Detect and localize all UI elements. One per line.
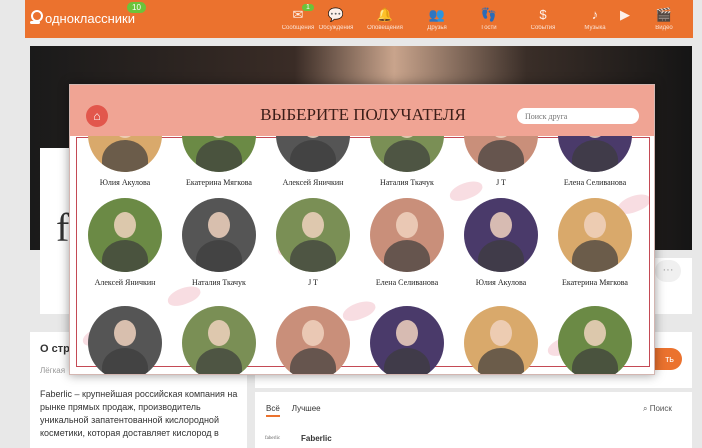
friend-tile[interactable] bbox=[454, 306, 548, 374]
friend-tile[interactable]: Екатерина Мягкова bbox=[548, 198, 642, 287]
friend-name: J T bbox=[496, 178, 506, 187]
friend-tile[interactable] bbox=[548, 306, 642, 374]
friend-avatar bbox=[88, 198, 162, 272]
friend-name: Юлия Акулова bbox=[475, 278, 527, 287]
friend-avatar bbox=[558, 306, 632, 374]
friend-avatar bbox=[182, 136, 256, 172]
video-icon: 🎬 bbox=[655, 7, 673, 22]
friend-avatar bbox=[88, 306, 162, 374]
feed-tabs: Всё Лучшее bbox=[266, 404, 321, 417]
friend-name: Елена Селиванова bbox=[375, 278, 439, 287]
friend-avatar bbox=[464, 198, 538, 272]
friend-tile[interactable]: Елена Селиванова bbox=[360, 198, 454, 287]
search-icon: ⌕ bbox=[643, 404, 650, 413]
play-icon: ▶ bbox=[620, 7, 630, 22]
friend-tile[interactable]: Елена Селиванова bbox=[548, 136, 642, 187]
friend-name: Елена Селиванова bbox=[563, 178, 627, 187]
site-logo[interactable]: одноклассники 10 bbox=[29, 2, 146, 26]
friend-avatar bbox=[276, 136, 350, 172]
friend-avatar bbox=[276, 306, 350, 374]
ok-logo-icon bbox=[29, 10, 43, 26]
friend-tile[interactable]: Алексей Яничкин bbox=[78, 198, 172, 287]
site-name: одноклассники bbox=[45, 10, 135, 26]
friend-tile[interactable]: Юлия Акулова bbox=[78, 136, 172, 187]
chat-icon: 💬 bbox=[327, 7, 345, 22]
friend-avatar bbox=[182, 306, 256, 374]
tab-best[interactable]: Лучшее bbox=[292, 404, 321, 417]
nav-notifications[interactable]: 🔔 Оповещения bbox=[363, 7, 407, 32]
choose-recipient-dialog: ⌂ ВЫБЕРИТЕ ПОЛУЧАТЕЛЯ Юлия Акулова Екатер… bbox=[69, 84, 655, 375]
nav-guests[interactable]: 👣 Гости bbox=[467, 7, 511, 32]
friend-name: Юлия Акулова bbox=[99, 178, 151, 187]
post-author[interactable]: Faberlic bbox=[301, 434, 332, 443]
friend-avatar bbox=[182, 198, 256, 272]
nav-play[interactable]: ▶ bbox=[603, 8, 647, 22]
messages-count: 1 bbox=[302, 4, 314, 11]
feed-search[interactable]: ⌕ Поиск bbox=[643, 404, 672, 414]
friend-avatar bbox=[88, 136, 162, 172]
friend-name: Алексей Яничкин bbox=[282, 178, 344, 187]
nav-friends[interactable]: 👥 Друзья bbox=[415, 7, 459, 32]
friend-tile[interactable]: Алексей Яничкин bbox=[266, 136, 360, 187]
friend-avatar bbox=[464, 136, 538, 172]
footprints-icon: 👣 bbox=[480, 7, 498, 22]
friend-avatar bbox=[558, 136, 632, 172]
notification-badge: 10 bbox=[127, 2, 146, 13]
tab-all[interactable]: Всё bbox=[266, 404, 280, 417]
friend-name: J T bbox=[308, 278, 318, 287]
friend-avatar bbox=[370, 306, 444, 374]
about-title: О стр bbox=[40, 343, 70, 355]
profile-initial: f bbox=[56, 205, 70, 250]
friends-grid: Юлия Акулова Екатерина Мягкова Алексей Яни… bbox=[70, 136, 654, 374]
bell-icon: 🔔 bbox=[376, 7, 394, 22]
about-subtitle: Лёгкая bbox=[40, 366, 66, 375]
about-description: Faberlic – крупнейшая российская компани… bbox=[40, 389, 238, 438]
friend-tile[interactable]: J T bbox=[266, 198, 360, 287]
friend-name: Екатерина Мягкова bbox=[186, 178, 252, 187]
friend-avatar bbox=[370, 198, 444, 272]
nav-discussions[interactable]: 💬 Обсуждения bbox=[314, 7, 358, 32]
friend-name: Екатерина Мягкова bbox=[562, 278, 628, 287]
friend-tile[interactable] bbox=[266, 306, 360, 374]
more-button[interactable]: ··· bbox=[655, 260, 681, 282]
dialog-header: ⌂ ВЫБЕРИТЕ ПОЛУЧАТЕЛЯ bbox=[70, 85, 654, 136]
friend-name: Наталия Ткачук bbox=[192, 278, 246, 287]
friend-tile[interactable] bbox=[360, 306, 454, 374]
friend-tile[interactable]: Екатерина Мягкова bbox=[172, 136, 266, 187]
events-icon: $ bbox=[539, 7, 547, 22]
friend-tile[interactable] bbox=[172, 306, 266, 374]
friend-tile[interactable] bbox=[78, 306, 172, 374]
friend-tile[interactable]: Наталия Ткачук bbox=[360, 136, 454, 187]
nav-events[interactable]: $ События bbox=[521, 7, 565, 32]
friend-tile[interactable]: J T bbox=[454, 136, 548, 187]
friend-name: Алексей Яничкин bbox=[94, 278, 156, 287]
top-navigation-bar: одноклассники 10 ✉ Сообщения 1 💬 Обсуждения… bbox=[25, 0, 693, 38]
friend-avatar bbox=[464, 306, 538, 374]
friend-avatar bbox=[558, 198, 632, 272]
friend-avatar bbox=[370, 136, 444, 172]
friend-tile[interactable]: Юлия Акулова bbox=[454, 198, 548, 287]
friend-tile[interactable]: Наталия Ткачук bbox=[172, 198, 266, 287]
nav-video[interactable]: 🎬 Видео bbox=[642, 7, 686, 32]
post-avatar: faberlic bbox=[265, 436, 281, 441]
friends-icon: 👥 bbox=[428, 7, 446, 22]
friend-name: Наталия Ткачук bbox=[380, 178, 434, 187]
friend-avatar bbox=[276, 198, 350, 272]
friend-search-input[interactable] bbox=[517, 108, 639, 124]
